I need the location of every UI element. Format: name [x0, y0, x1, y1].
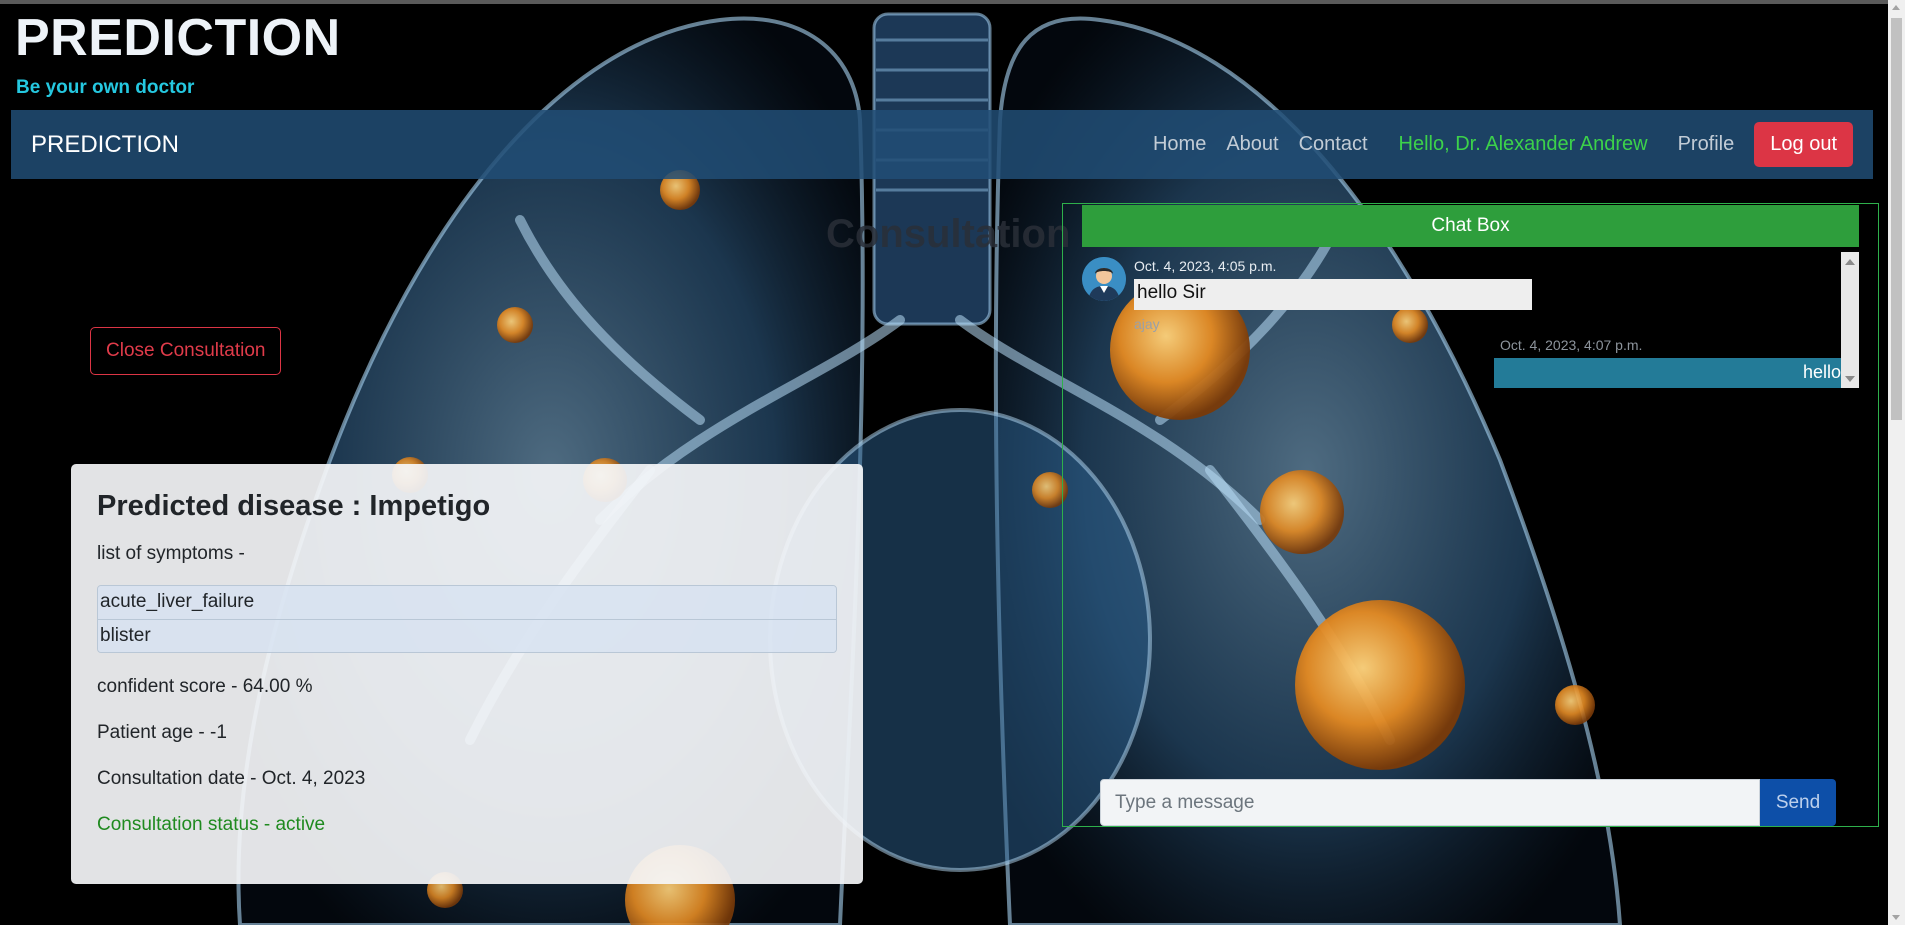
user-greeting: Hello, Dr. Alexander Andrew	[1398, 133, 1648, 155]
nav-about-link[interactable]: About	[1226, 133, 1278, 156]
chat-scrollbar[interactable]	[1841, 252, 1859, 388]
navbar-brand[interactable]: PREDICTION	[31, 131, 179, 159]
site-tagline: Be your own doctor	[16, 77, 195, 98]
chat-box-header: Chat Box	[1082, 205, 1859, 247]
predicted-disease-title: Predicted disease : Impetigo	[97, 490, 491, 522]
consultation-status: Consultation status - active	[97, 814, 326, 835]
page-scrollbar[interactable]	[1888, 0, 1905, 925]
prediction-card: Predicted disease : Impetigo list of sym…	[71, 464, 863, 884]
symptoms-label: list of symptoms -	[97, 543, 245, 564]
consultation-date: Consultation date - Oct. 4, 2023	[97, 768, 366, 789]
logout-button[interactable]: Log out	[1754, 122, 1853, 167]
scroll-down-arrow-icon[interactable]	[1892, 915, 1900, 920]
close-consultation-button[interactable]: Close Consultation	[90, 327, 282, 375]
symptoms-list: acute_liver_failure blister	[97, 585, 837, 653]
sent-message-bubble: hello	[1494, 358, 1841, 388]
confidence-score: confident score - 64.00 %	[97, 676, 313, 697]
nav-contact-link[interactable]: Contact	[1299, 133, 1368, 156]
scrollbar-thumb[interactable]	[1891, 18, 1902, 420]
symptom-item: blister	[98, 619, 836, 652]
message-sender: ajay	[1134, 316, 1160, 332]
patient-age: Patient age - -1	[97, 722, 227, 743]
received-message-bubble: hello Sir	[1134, 279, 1532, 310]
page-title: Consultation	[826, 212, 1071, 256]
chat-box: Chat Box Oct. 4, 2023, 4:05 p.m. hello S…	[1062, 203, 1879, 827]
nav-profile-link[interactable]: Profile	[1678, 133, 1735, 156]
chat-message-input[interactable]	[1100, 779, 1760, 826]
navbar-links: Home About Contact Hello, Dr. Alexander …	[1133, 122, 1853, 167]
scroll-up-arrow-icon[interactable]	[1892, 5, 1900, 10]
navbar: PREDICTION Home About Contact Hello, Dr.…	[11, 110, 1873, 179]
chat-messages: Oct. 4, 2023, 4:05 p.m. hello Sir ajay O…	[1082, 252, 1859, 388]
scroll-up-arrow-icon[interactable]	[1845, 259, 1855, 265]
scroll-down-arrow-icon[interactable]	[1845, 376, 1855, 382]
site-title: PREDICTION	[15, 9, 341, 67]
message-timestamp: Oct. 4, 2023, 4:07 p.m.	[1500, 337, 1643, 353]
window-top-border	[0, 0, 1905, 4]
message-timestamp: Oct. 4, 2023, 4:05 p.m.	[1134, 258, 1277, 274]
nav-home-link[interactable]: Home	[1153, 133, 1206, 156]
send-button[interactable]: Send	[1760, 779, 1836, 826]
symptom-item: acute_liver_failure	[98, 586, 836, 619]
doctor-avatar-icon	[1082, 257, 1126, 301]
